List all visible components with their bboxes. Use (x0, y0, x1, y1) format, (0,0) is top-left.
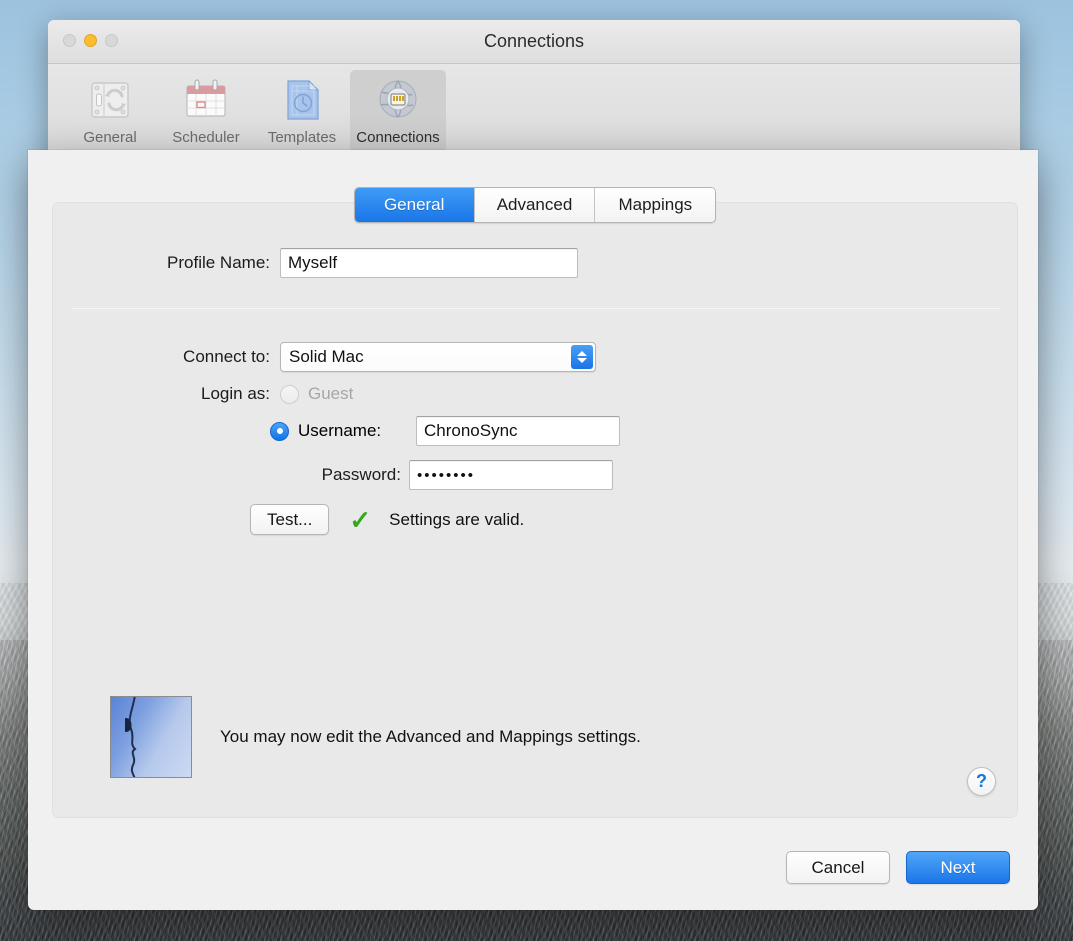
connect-to-popup-button[interactable]: Solid Mac (280, 342, 596, 372)
profile-name-input[interactable]: Myself (280, 248, 578, 278)
validation-status-text: Settings are valid. (389, 510, 524, 530)
test-button[interactable]: Test... (250, 504, 329, 535)
guest-radio[interactable] (280, 385, 299, 404)
scheduler-icon (180, 74, 232, 126)
username-radio[interactable] (270, 422, 289, 441)
window-titlebar: Connections (48, 20, 1020, 64)
test-row: Test... ✓ Settings are valid. (250, 504, 524, 535)
login-as-label: Login as: (122, 384, 270, 404)
tab-bar: General Advanced Mappings (52, 187, 1018, 223)
window-title: Connections (48, 31, 1020, 52)
preferences-toolbar: General Scheduler (48, 64, 1020, 154)
password-input[interactable]: •••••••• (409, 460, 613, 490)
help-button[interactable]: ? (967, 767, 996, 796)
face-profile-icon (110, 696, 192, 778)
username-label: Username: (298, 421, 410, 441)
sheet-footer: Cancel Next (786, 851, 1010, 884)
toolbar-item-general[interactable]: General (62, 70, 158, 152)
info-area: You may now edit the Advanced and Mappin… (110, 696, 641, 778)
toolbar-item-connections[interactable]: Connections (350, 70, 446, 152)
tab-general[interactable]: General (355, 188, 475, 222)
connect-to-row: Connect to: Solid Mac (122, 342, 596, 372)
section-divider (72, 308, 1000, 309)
guest-label: Guest (308, 384, 353, 404)
password-row: Password: •••••••• (301, 460, 613, 490)
connect-to-value: Solid Mac (289, 347, 364, 367)
toolbar-item-label: Templates (268, 129, 336, 146)
toolbar-item-label: Scheduler (172, 129, 240, 146)
username-input[interactable]: ChronoSync (416, 416, 620, 446)
templates-icon (276, 74, 328, 126)
profile-name-row: Profile Name: Myself (122, 248, 578, 278)
profile-name-label: Profile Name: (122, 253, 270, 273)
toolbar-item-label: Connections (356, 129, 439, 146)
info-message: You may now edit the Advanced and Mappin… (220, 727, 641, 747)
connect-to-label: Connect to: (122, 347, 270, 367)
chevron-updown-icon[interactable] (571, 345, 593, 369)
cancel-button[interactable]: Cancel (786, 851, 890, 884)
next-button[interactable]: Next (906, 851, 1010, 884)
sheet-content-box: General Advanced Mappings Profile Name: … (52, 202, 1018, 818)
tab-advanced[interactable]: Advanced (475, 188, 596, 222)
login-as-row: Login as: Guest (122, 384, 353, 404)
toolbar-item-label: General (83, 129, 136, 146)
general-icon (84, 74, 136, 126)
connection-setup-sheet: General Advanced Mappings Profile Name: … (28, 150, 1038, 910)
green-checkmark-icon: ✓ (349, 507, 371, 533)
username-row: Username: ChronoSync (270, 416, 620, 446)
tab-mappings[interactable]: Mappings (595, 188, 715, 222)
toolbar-item-scheduler[interactable]: Scheduler (158, 70, 254, 152)
password-label: Password: (301, 465, 401, 485)
toolbar-item-templates[interactable]: Templates (254, 70, 350, 152)
connections-icon (372, 74, 424, 126)
